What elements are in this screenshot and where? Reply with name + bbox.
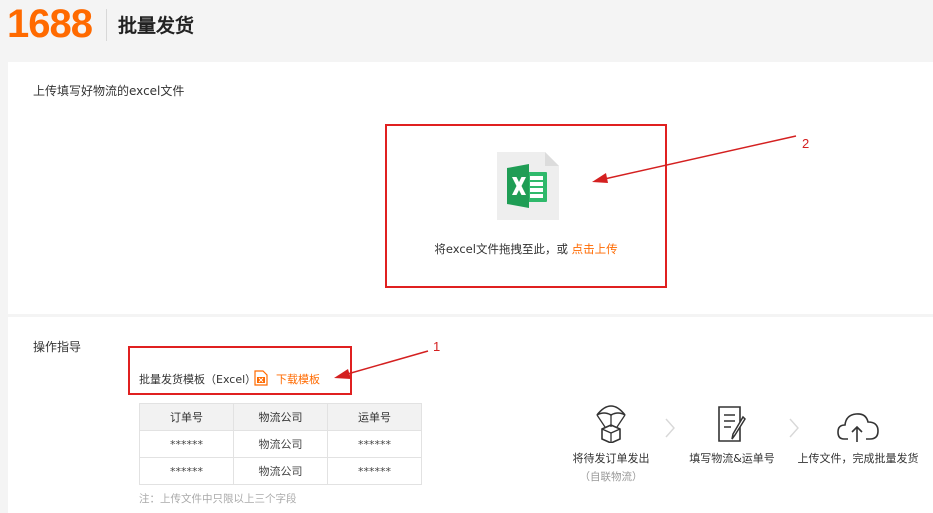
sample-table: 订单号 物流公司 运单号 ****** 物流公司 ****** ****** 物… xyxy=(139,403,422,485)
download-template-link[interactable]: 下载模板 xyxy=(276,371,320,387)
table-row: ****** 物流公司 ****** xyxy=(139,457,422,485)
guide-section: 操作指导 批量发货模板（Excel） 下载模板 1 订单号 物流公司 运单号 *… xyxy=(8,317,933,513)
table-header-tracking-no: 运单号 xyxy=(327,403,422,431)
table-cell: ****** xyxy=(139,457,234,485)
cloud-upload-icon xyxy=(837,413,879,442)
parachute-box-icon xyxy=(596,405,626,443)
table-header-row: 订单号 物流公司 运单号 xyxy=(139,403,422,431)
annotation-number-2: 2 xyxy=(802,136,810,151)
click-upload-link[interactable]: 点击上传 xyxy=(572,242,618,256)
template-text: 批量发货模板（Excel） xyxy=(139,373,257,386)
page-header: 1688 批量发货 xyxy=(0,0,933,58)
header-divider xyxy=(106,9,107,41)
table-cell: 物流公司 xyxy=(233,457,328,485)
annotation-number-1: 1 xyxy=(433,339,441,354)
annotation-arrow-1 xyxy=(334,350,429,379)
table-cell: 物流公司 xyxy=(233,430,328,458)
table-header-logistics-company: 物流公司 xyxy=(233,403,328,431)
chevron-right-icon xyxy=(665,418,675,438)
table-note: 注：上传文件中只限以上三个字段 xyxy=(139,493,297,505)
excel-doc-icon xyxy=(254,370,268,386)
upload-section: 上传填写好物流的excel文件 将excel文件拖拽至此，或 点击上传 2 xyxy=(8,62,933,314)
table-row: ****** 物流公司 ****** xyxy=(139,430,422,458)
template-download-box: 批量发货模板（Excel） 下载模板 xyxy=(128,346,352,395)
step-sublabel: （自联物流） xyxy=(579,471,643,483)
page-title: 批量发货 xyxy=(118,15,195,37)
step-label: 将待发订单发出 xyxy=(572,452,650,465)
step-label: 填写物流&运单号 xyxy=(689,452,775,465)
drop-instructions: 将excel文件拖拽至此，或 点击上传 xyxy=(387,241,665,257)
edit-document-icon xyxy=(718,406,746,442)
drop-text: 将excel文件拖拽至此，或 xyxy=(434,242,568,256)
step-upload-complete: 上传文件，完成批量发货 xyxy=(793,409,923,466)
annotation-arrow-2 xyxy=(592,135,797,183)
guide-label: 操作指导 xyxy=(33,340,82,354)
step-fill-logistics: 填写物流&运单号 xyxy=(680,405,784,466)
logo[interactable]: 1688 xyxy=(7,2,93,46)
step-ship-orders: 将待发订单发出 （自联物流） xyxy=(556,401,666,484)
step-label: 上传文件，完成批量发货 xyxy=(797,452,919,465)
table-cell: ****** xyxy=(139,430,234,458)
table-cell: ****** xyxy=(327,430,422,458)
table-header-order-no: 订单号 xyxy=(139,403,234,431)
table-cell: ****** xyxy=(327,457,422,485)
excel-file-icon xyxy=(497,152,559,220)
upload-label: 上传填写好物流的excel文件 xyxy=(33,84,185,98)
